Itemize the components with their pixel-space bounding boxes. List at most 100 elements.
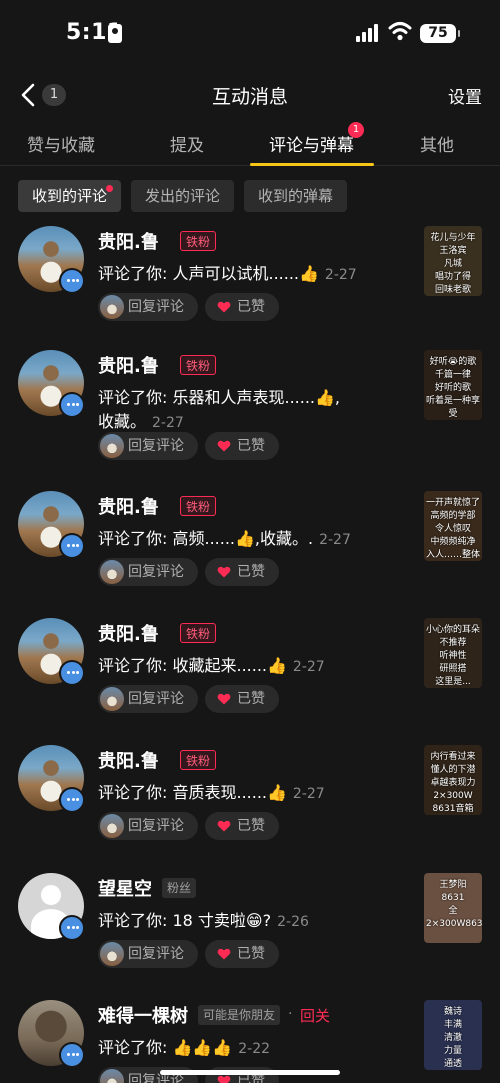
like-label: 已赞 (237, 946, 265, 962)
comment-line: 评论了你: 乐器和人声表现......👍, (98, 386, 340, 410)
comment-text[interactable]: 评论了你: 音质表现......👍 2-27 (98, 781, 325, 806)
comment-text[interactable]: 评论了你: 18 寸卖啦😁? 2-26 (98, 909, 309, 934)
like-button[interactable]: 已赞 (205, 685, 279, 713)
my-avatar (100, 814, 124, 838)
comment-date: 2-27 (324, 267, 357, 283)
comment-line-text: 评论了你: 👍👍👍 (98, 1038, 233, 1057)
tab-mentions[interactable]: 提及 (170, 131, 204, 156)
tab-likes-favorites[interactable]: 赞与收藏 (27, 131, 95, 156)
comment-date: 2-22 (238, 1041, 271, 1057)
reply-button[interactable]: 回复评论 (98, 685, 198, 713)
reply-label: 回复评论 (128, 299, 184, 315)
list-item[interactable]: 贵阳.鲁 铁粉 评论了你: 音质表现......👍 2-27 回复评论 已赞 内行… (0, 745, 500, 855)
chip-received-danmaku[interactable]: 收到的弹幕 (244, 180, 348, 212)
comment-text[interactable]: 评论了你: 收藏起来......👍 2-27 (98, 654, 325, 679)
chip-sent-comments[interactable]: 发出的评论 (131, 180, 235, 212)
battery-icon: 75 (420, 24, 460, 43)
comment-line: 评论了你: 人声可以试机......👍 2-27 (98, 262, 357, 287)
heart-icon (217, 440, 231, 452)
like-button[interactable]: 已赞 (205, 558, 279, 586)
status-bar: 5:11 75 (0, 0, 500, 70)
comment-line-text: 收藏。 (98, 412, 147, 431)
comment-line-text: 评论了你: 收藏起来......👍 (98, 656, 287, 675)
user-name[interactable]: 贵阳.鲁 (98, 747, 159, 773)
user-name[interactable]: 难得一棵树 (98, 1002, 188, 1028)
video-thumbnail[interactable]: 小心你的耳朵 不推荐 听神性 研照搭 这里是... (424, 618, 482, 688)
video-thumbnail[interactable]: 好听😭的歌 千篇一律 好听的歌 听着是一种享受 拥有是一种幸福 (424, 350, 482, 420)
comment-bubble-icon (59, 1042, 85, 1068)
like-button[interactable]: 已赞 (205, 812, 279, 840)
like-label: 已赞 (237, 691, 265, 707)
like-button[interactable]: 已赞 (205, 293, 279, 321)
tab-comments-danmaku[interactable]: 评论与弹幕 (269, 131, 354, 156)
signal-icon (356, 24, 382, 42)
chip-label: 收到的评论 (32, 187, 108, 205)
heart-icon (217, 948, 231, 960)
reply-button[interactable]: 回复评论 (98, 432, 198, 460)
thumbnail-caption: 好听😭的歌 千篇一律 好听的歌 听着是一种享受 拥有是一种幸福 (426, 357, 481, 419)
id-card-icon (108, 24, 122, 43)
reply-label: 回复评论 (128, 691, 184, 707)
my-avatar (100, 942, 124, 966)
list-item[interactable]: 贵阳.鲁 铁粉 评论了你: 收藏起来......👍 2-27 回复评论 已赞 小心… (0, 618, 500, 728)
comment-bubble-icon (59, 392, 85, 418)
reply-label: 回复评论 (128, 438, 184, 454)
video-thumbnail[interactable]: 王梦阳 8631 全 2×300W8631 (424, 873, 482, 943)
heart-icon (217, 566, 231, 578)
thumbnail-caption: 花儿与少年 王洛宾 凡城 唱功了得 回味老歌 2×300W8631 (430, 233, 476, 295)
list-item[interactable]: 贵阳.鲁 铁粉 评论了你: 乐器和人声表现......👍, 收藏。 2-27 回复评… (0, 350, 500, 460)
comment-line-text: 评论了你: 高频......👍,收藏。. (98, 529, 314, 548)
thumbnail-caption: 魏诗 丰满 清澈 力量 通透 8631Amp21 (443, 1007, 462, 1069)
reply-button[interactable]: 回复评论 (98, 558, 198, 586)
video-thumbnail[interactable]: 内行看过来 懂人的下潜 卓越表现力 2×300W 8631音箱 (424, 745, 482, 815)
reply-button[interactable]: 回复评论 (98, 940, 198, 968)
reply-label: 回复评论 (128, 564, 184, 580)
comment-text[interactable]: 评论了你: 人声可以试机......👍 2-27 (98, 262, 357, 287)
comment-text[interactable]: 评论了你: 👍👍👍 2-22 (98, 1036, 270, 1061)
thumbnail-caption: 一开声就惊了 高频的学部 令人惊叹 中频频纯净 入人……整体 (426, 498, 481, 560)
user-name[interactable]: 贵阳.鲁 (98, 493, 159, 519)
like-button[interactable]: 已赞 (205, 432, 279, 460)
like-button[interactable]: 已赞 (205, 940, 279, 968)
comment-bubble-icon (59, 787, 85, 813)
user-tag: 铁粉 (180, 496, 217, 516)
follow-back-link[interactable]: 回关 (300, 1005, 330, 1026)
comment-bubble-icon (59, 660, 85, 686)
user-tag: 粉丝 (162, 878, 197, 898)
video-thumbnail[interactable]: 魏诗 丰满 清澈 力量 通透 8631Amp21 (424, 1000, 482, 1070)
comment-date: 2-26 (277, 914, 309, 930)
thumbnail-caption: 小心你的耳朵 不推荐 听神性 研照搭 这里是... (426, 625, 481, 687)
tab-other[interactable]: 其他 (420, 131, 454, 156)
user-name[interactable]: 贵阳.鲁 (98, 352, 159, 378)
list-item[interactable]: 贵阳.鲁 铁粉 评论了你: 高频......👍,收藏。. 2-27 回复评论 已赞… (0, 491, 500, 601)
video-thumbnail[interactable]: 一开声就惊了 高频的学部 令人惊叹 中频频纯净 入人……整体 (424, 491, 482, 561)
separator-dot: · (288, 1006, 293, 1022)
user-name[interactable]: 望星空 (98, 875, 152, 901)
comment-text[interactable]: 评论了你: 高频......👍,收藏。. 2-27 (98, 527, 351, 552)
chip-received-comments[interactable]: 收到的评论 (18, 180, 122, 212)
settings-button[interactable]: 设置 (448, 83, 482, 108)
comment-line: 评论了你: 高频......👍,收藏。. 2-27 (98, 527, 351, 552)
comment-text[interactable]: 评论了你: 乐器和人声表现......👍, 收藏。 2-27 (98, 386, 340, 435)
user-tag: 铁粉 (180, 750, 217, 770)
comment-line: 评论了你: 收藏起来......👍 2-27 (98, 654, 325, 679)
reply-button[interactable]: 回复评论 (98, 293, 198, 321)
reply-label: 回复评论 (128, 818, 184, 834)
reply-button[interactable]: 回复评论 (98, 812, 198, 840)
comment-line-text: 评论了你: 音质表现......👍 (98, 783, 287, 802)
active-tab-indicator (250, 163, 374, 166)
user-name[interactable]: 贵阳.鲁 (98, 620, 159, 646)
video-thumbnail[interactable]: 花儿与少年 王洛宾 凡城 唱功了得 回味老歌 2×300W8631 (424, 226, 482, 296)
list-item[interactable]: 贵阳.鲁 铁粉 评论了你: 人声可以试机......👍 2-27 回复评论 已赞 … (0, 226, 500, 336)
home-indicator[interactable] (160, 1070, 340, 1075)
user-tag: 铁粉 (180, 623, 217, 643)
comment-line-text: 评论了你: 人声可以试机......👍 (98, 264, 319, 283)
my-avatar (100, 560, 124, 584)
tab-bar: 赞与收藏 提及 评论与弹幕 其他 (0, 122, 500, 166)
user-name[interactable]: 贵阳.鲁 (98, 228, 159, 254)
comment-date: 2-27 (292, 786, 325, 802)
reply-label: 回复评论 (128, 946, 184, 962)
tab-unread-badge: 1 (348, 122, 364, 138)
list-item[interactable]: 望星空 粉丝 评论了你: 18 寸卖啦😁? 2-26 回复评论 已赞 王梦阳 86… (0, 873, 500, 983)
like-label: 已赞 (237, 818, 265, 834)
